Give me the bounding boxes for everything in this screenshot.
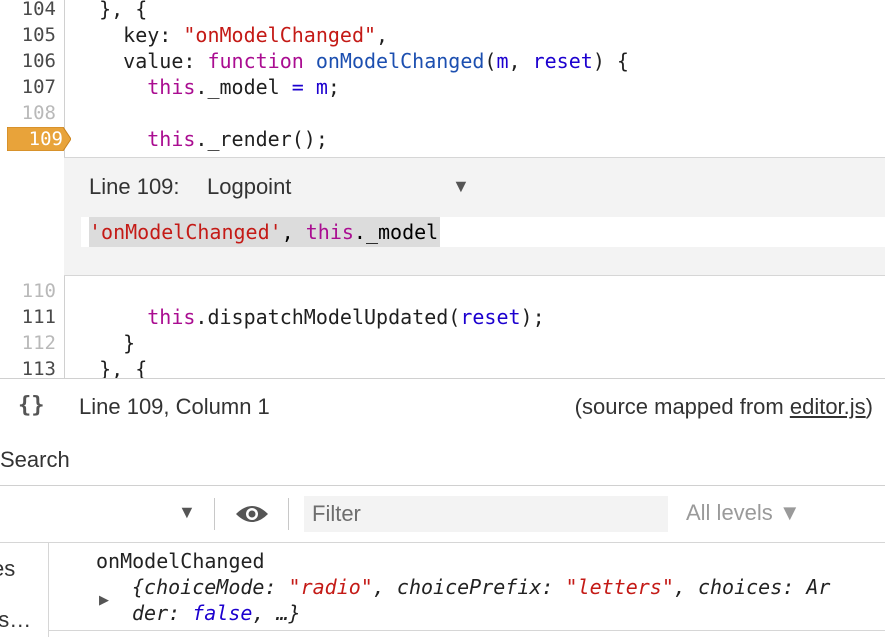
cursor-position: Line 109, Column 1 <box>79 394 270 419</box>
dropdown-arrow-icon[interactable]: ▼ <box>178 502 196 523</box>
filter-field[interactable] <box>304 496 668 532</box>
logpoint-marker[interactable]: 109 <box>7 127 71 151</box>
line-number[interactable]: 110 <box>0 278 56 304</box>
editor-status-bar: {} Line 109, Column 1 (source mapped fro… <box>0 378 885 434</box>
line-number[interactable]: 113 <box>0 356 56 378</box>
line-number[interactable]: 112 <box>0 330 56 356</box>
code-token: key <box>123 23 160 47</box>
console-sidebar: es es… <box>0 543 49 637</box>
line-number[interactable]: 108 <box>0 100 56 126</box>
line-number[interactable]: 104 <box>0 0 56 22</box>
line-number[interactable]: 111 <box>0 304 56 330</box>
search-tab[interactable]: Search <box>0 447 70 473</box>
code-line: this._render(); <box>147 127 328 151</box>
filter-input[interactable] <box>304 496 668 532</box>
code-line: } <box>75 331 136 355</box>
code-line: this.dispatchModelUpdated(reset); <box>147 305 545 329</box>
code-line: }, { <box>75 357 148 378</box>
logpoint-expression-text: 'onModelChanged', this._model <box>89 217 441 247</box>
console-object-preview[interactable]: {choiceMode: "radio", choicePrefix: "let… <box>132 574 830 626</box>
logpoint-type-select[interactable]: Logpoint <box>207 174 291 200</box>
toolbar-divider <box>288 498 289 530</box>
line-number[interactable]: 106 <box>0 48 56 74</box>
logpoint-editor: Line 109: Logpoint ▼ 'onModelChanged', t… <box>64 157 885 276</box>
expand-triangle-icon[interactable]: ▶ <box>99 592 109 608</box>
search-tab-bar: Search <box>0 433 885 486</box>
line-number[interactable]: 105 <box>0 22 56 48</box>
code-line: this._model = m; <box>147 75 340 99</box>
breakpoint-line-number: 109 <box>28 128 63 150</box>
pretty-print-icon[interactable]: {} <box>18 393 45 418</box>
sidebar-item[interactable]: es <box>0 556 15 582</box>
console-log-message: onModelChanged <box>96 549 265 573</box>
console-divider <box>48 630 885 631</box>
line-number[interactable]: 107 <box>0 74 56 100</box>
code-line: key: "onModelChanged", <box>123 23 389 47</box>
code-line: }, { <box>75 0 148 21</box>
line-gutter[interactable]: 104 105 106 107 108 110 111 112 113 <box>0 0 65 378</box>
code-line: value: function onModelChanged(m, reset)… <box>75 49 629 73</box>
toolbar-divider <box>214 498 215 530</box>
logpoint-expression-input[interactable]: 'onModelChanged', this._model <box>81 217 885 247</box>
code-token: "onModelChanged" <box>183 23 377 47</box>
sidebar-item[interactable]: es… <box>0 607 31 633</box>
console-toolbar: ▼ All levels ▼ <box>0 486 885 543</box>
source-editor[interactable]: 104 105 106 107 108 110 111 112 113 109 … <box>0 0 885 378</box>
logpoint-line-label: Line 109: <box>89 174 180 199</box>
log-levels-dropdown[interactable]: All levels ▼ <box>686 500 801 526</box>
chevron-down-icon[interactable]: ▼ <box>452 176 470 197</box>
source-map-info: (source mapped from editor.js) <box>574 394 873 419</box>
source-file-link[interactable]: editor.js <box>790 394 866 419</box>
eye-icon[interactable] <box>234 502 270 526</box>
